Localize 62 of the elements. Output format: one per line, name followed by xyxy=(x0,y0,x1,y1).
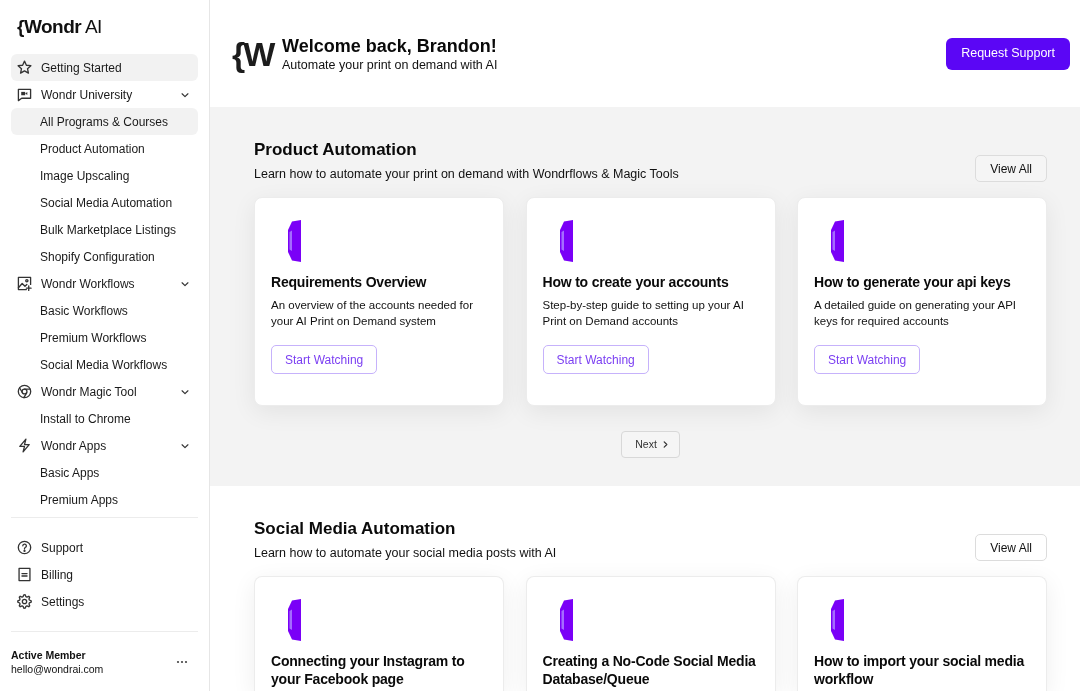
book-icon xyxy=(288,220,301,262)
sidebar-subitem[interactable]: Social Media Workflows xyxy=(11,351,198,378)
sidebar-subitem[interactable]: Bulk Marketplace Listings xyxy=(11,216,198,243)
account-email: hello@wondrai.com xyxy=(11,662,104,676)
sidebar-subitem[interactable]: Basic Workflows xyxy=(11,297,198,324)
sidebar-item[interactable]: Settings xyxy=(11,588,198,615)
more-icon xyxy=(176,660,188,664)
sidebar-subitem[interactable]: Social Media Automation xyxy=(11,189,198,216)
image-add-icon xyxy=(17,276,32,291)
sidebar-item[interactable]: Getting Started xyxy=(11,54,198,81)
sidebar-subitem[interactable]: Image Upscaling xyxy=(11,162,198,189)
chevron-right-icon xyxy=(661,441,669,448)
welcome-subtitle: Automate your print on demand with AI xyxy=(282,56,498,73)
chat-video-icon xyxy=(17,87,32,102)
card-title: Creating a No-Code Social Media Database/Queue xyxy=(542,652,757,688)
sidebar-item[interactable]: Wondr Workflows xyxy=(11,270,198,297)
settings-icon xyxy=(17,594,32,609)
member-status: Active Member xyxy=(11,648,87,662)
card-title: Connecting your Instagram to your Facebook page xyxy=(271,652,466,688)
card-description: Step-by-step guide to setting up your AI Print on Demand accounts xyxy=(542,298,745,329)
card-description: An overview of the accounts needed for your AI Print on Demand system xyxy=(271,298,474,329)
bolt-icon xyxy=(17,438,32,453)
start-watching-button[interactable]: Start Watching xyxy=(542,345,649,374)
section-title: Social Media Automation xyxy=(254,519,457,539)
sidebar-subitem[interactable]: Basic Apps xyxy=(11,459,198,486)
sidebar-item[interactable]: Wondr University xyxy=(11,81,198,108)
welcome-title: Welcome back, Brandon! xyxy=(282,34,498,57)
start-watching-button[interactable]: Start Watching xyxy=(814,345,921,374)
section-description: Learn how to automate your print on demand with Wondrflows & Magic Tools xyxy=(254,166,679,182)
view-all-button[interactable]: View All xyxy=(975,155,1047,182)
section-title: Product Automation xyxy=(254,140,418,160)
book-icon xyxy=(559,599,573,641)
book-icon xyxy=(559,220,573,262)
view-all-button[interactable]: View All xyxy=(975,534,1047,561)
card-title: How to import your social media workflow xyxy=(814,652,1026,688)
sidebar-item[interactable]: Wondr Magic Tool xyxy=(11,378,198,405)
sidebar-item[interactable]: Wondr Apps xyxy=(11,432,198,459)
next-button[interactable]: Next xyxy=(621,431,680,458)
sidebar-subitem[interactable]: Product Automation xyxy=(11,135,198,162)
section-description: Learn how to automate your social media posts with AI xyxy=(254,545,557,561)
logo-mark: {W xyxy=(232,34,274,73)
book-icon xyxy=(831,220,844,262)
sidebar-item[interactable]: Billing xyxy=(11,561,198,588)
brand-logo: {Wondr AI xyxy=(17,16,102,38)
book-icon xyxy=(288,599,301,641)
card-title: How to create your accounts xyxy=(542,273,730,291)
card-title: Requirements Overview xyxy=(271,273,428,291)
sidebar-subitem[interactable]: Premium Workflows xyxy=(11,324,198,351)
document-icon xyxy=(17,567,32,582)
sidebar-subitem[interactable]: Premium Apps xyxy=(11,486,198,513)
help-icon xyxy=(17,540,32,555)
sidebar-item[interactable]: Support xyxy=(11,534,198,561)
request-support-button[interactable]: Request Support xyxy=(946,37,1070,70)
browser-logo-icon xyxy=(17,384,32,399)
card-description: A detailed guide on generating your API keys for required accounts xyxy=(814,298,1018,329)
sidebar-subitem[interactable]: Install to Chrome xyxy=(11,405,198,432)
card-title: How to generate your api keys xyxy=(814,273,1012,291)
start-watching-button[interactable]: Start Watching xyxy=(271,345,378,374)
star-icon xyxy=(17,60,32,75)
sidebar-subitem[interactable]: All Programs & Courses xyxy=(11,108,198,135)
book-icon xyxy=(831,599,844,641)
sidebar-subitem[interactable]: Shopify Configuration xyxy=(11,243,198,270)
